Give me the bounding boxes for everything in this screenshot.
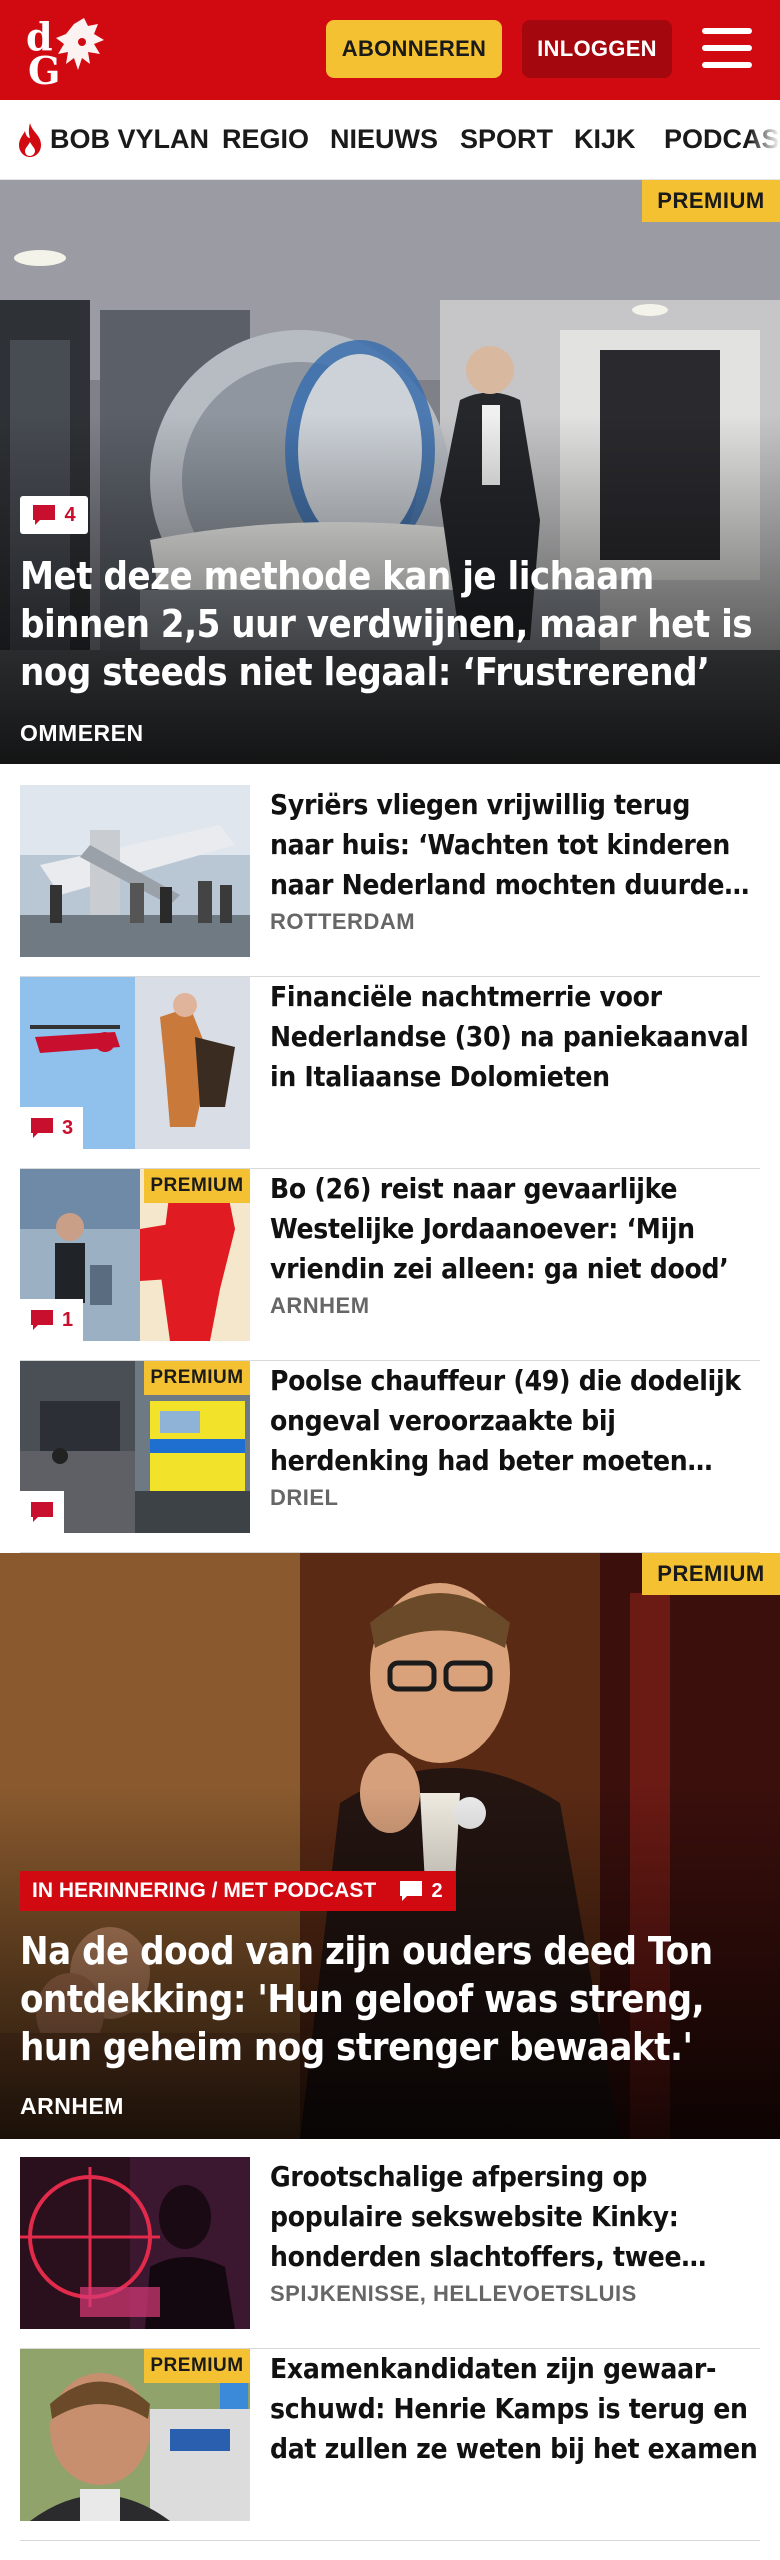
nav-item-bob-vylan[interactable]: BOB VYLAN bbox=[50, 124, 209, 155]
comment-count-badge[interactable]: 1 bbox=[20, 1299, 84, 1341]
comment-count-badge[interactable]: 4 bbox=[20, 496, 88, 534]
comment-count: 4 bbox=[64, 503, 76, 526]
article-title[interactable]: Syriërs vliegen vrijwillig terug naar hu… bbox=[270, 785, 760, 905]
flame-icon bbox=[16, 122, 44, 158]
article-location: DRIEL bbox=[270, 1485, 339, 1510]
comment-icon bbox=[31, 1502, 53, 1522]
article-thumbnail: 3 bbox=[20, 977, 250, 1149]
list-item[interactable]: PREMIUM Poolse chauffeur (49) die dodeli… bbox=[20, 1361, 760, 1553]
featured-story-location: ARNHEM bbox=[20, 2093, 124, 2119]
premium-badge: PREMIUM bbox=[144, 1361, 250, 1395]
login-button[interactable]: INLOGGEN bbox=[522, 20, 672, 78]
premium-badge: PREMIUM bbox=[144, 2349, 250, 2383]
article-location: ARNHEM bbox=[270, 1293, 370, 1318]
comment-count-badge[interactable]: 2 bbox=[386, 1871, 456, 1911]
nav-item-kijk[interactable]: KIJK bbox=[574, 124, 636, 155]
top-story-location: OMMEREN bbox=[20, 720, 144, 746]
top-story[interactable]: PREMIUM 4 Met deze methode kan je lichaa… bbox=[0, 180, 780, 764]
featured-story-title[interactable]: Na de dood van zijn ouders deed Ton ontd… bbox=[20, 1927, 760, 2071]
menu-icon[interactable] bbox=[700, 24, 754, 74]
article-title[interactable]: Grootschalige afpersing op populaire sek… bbox=[270, 2157, 760, 2277]
svg-text:G: G bbox=[28, 48, 60, 88]
story-label: IN HERINNERING / MET PODCAST bbox=[20, 1871, 389, 1911]
nav-scroll-fade bbox=[750, 100, 780, 179]
premium-badge: PREMIUM bbox=[144, 1169, 250, 1203]
comment-count: 2 bbox=[431, 1879, 443, 1902]
nav-item-nieuws[interactable]: NIEUWS bbox=[330, 124, 438, 155]
list-item[interactable]: PREMIUM 1 Bo (26) reist naar gevaarlijke… bbox=[20, 1169, 760, 1361]
featured-story[interactable]: PREMIUM IN HERINNERING / MET PODCAST 2 N… bbox=[0, 1553, 780, 2139]
article-location: ROTTERDAM bbox=[270, 909, 416, 934]
article-location: SPIJKENISSE, HELLEVOETSLUIS bbox=[270, 2281, 637, 2306]
list-item[interactable]: 3 Financiële nachtmerrie voor Nederlands… bbox=[20, 977, 760, 1169]
comment-count: 1 bbox=[62, 1308, 74, 1331]
list-item[interactable]: PREMIUM Examenkandidaten zijn gewaar­sch… bbox=[20, 2349, 760, 2541]
subscribe-button[interactable]: ABONNEREN bbox=[326, 20, 502, 78]
nav-item-sport[interactable]: SPORT bbox=[460, 124, 553, 155]
main-nav: BOB VYLAN REGIO NIEUWS SPORT KIJK PODCAS bbox=[0, 100, 780, 180]
comment-icon bbox=[31, 1310, 53, 1330]
article-title[interactable]: Poolse chauffeur (49) die dodelijk ongev… bbox=[270, 1361, 760, 1481]
list-item[interactable]: Grootschalige afpersing op populaire sek… bbox=[20, 2157, 760, 2349]
article-title[interactable]: Financiële nachtmerrie voor Nederlandse … bbox=[270, 977, 760, 1097]
top-story-title[interactable]: Met deze methode kan je lichaam binnen 2… bbox=[20, 552, 760, 696]
site-header: d G ABONNEREN INLOGGEN bbox=[0, 0, 780, 100]
site-logo[interactable]: d G bbox=[22, 12, 118, 93]
nav-item-regio[interactable]: REGIO bbox=[222, 124, 309, 155]
comment-icon bbox=[31, 1118, 53, 1138]
article-thumbnail bbox=[20, 2157, 250, 2329]
article-thumbnail: PREMIUM 1 bbox=[20, 1169, 250, 1341]
premium-badge: PREMIUM bbox=[642, 1553, 780, 1595]
comment-icon bbox=[400, 1881, 423, 1901]
article-thumbnail bbox=[20, 785, 250, 957]
comment-icon bbox=[33, 505, 56, 525]
comment-count-badge[interactable] bbox=[20, 1491, 64, 1533]
article-thumbnail: PREMIUM bbox=[20, 1361, 250, 1533]
article-title[interactable]: Examenkandidaten zijn gewaar­schuwd: Hen… bbox=[270, 2349, 760, 2469]
list-item[interactable]: Syriërs vliegen vrijwillig terug naar hu… bbox=[20, 785, 760, 977]
premium-badge: PREMIUM bbox=[642, 180, 780, 222]
article-thumbnail: PREMIUM bbox=[20, 2349, 250, 2521]
article-title[interactable]: Bo (26) reist naar gevaarlijke Westelijk… bbox=[270, 1169, 760, 1289]
comment-count-badge[interactable]: 3 bbox=[20, 1107, 84, 1149]
comment-count: 3 bbox=[62, 1116, 74, 1139]
